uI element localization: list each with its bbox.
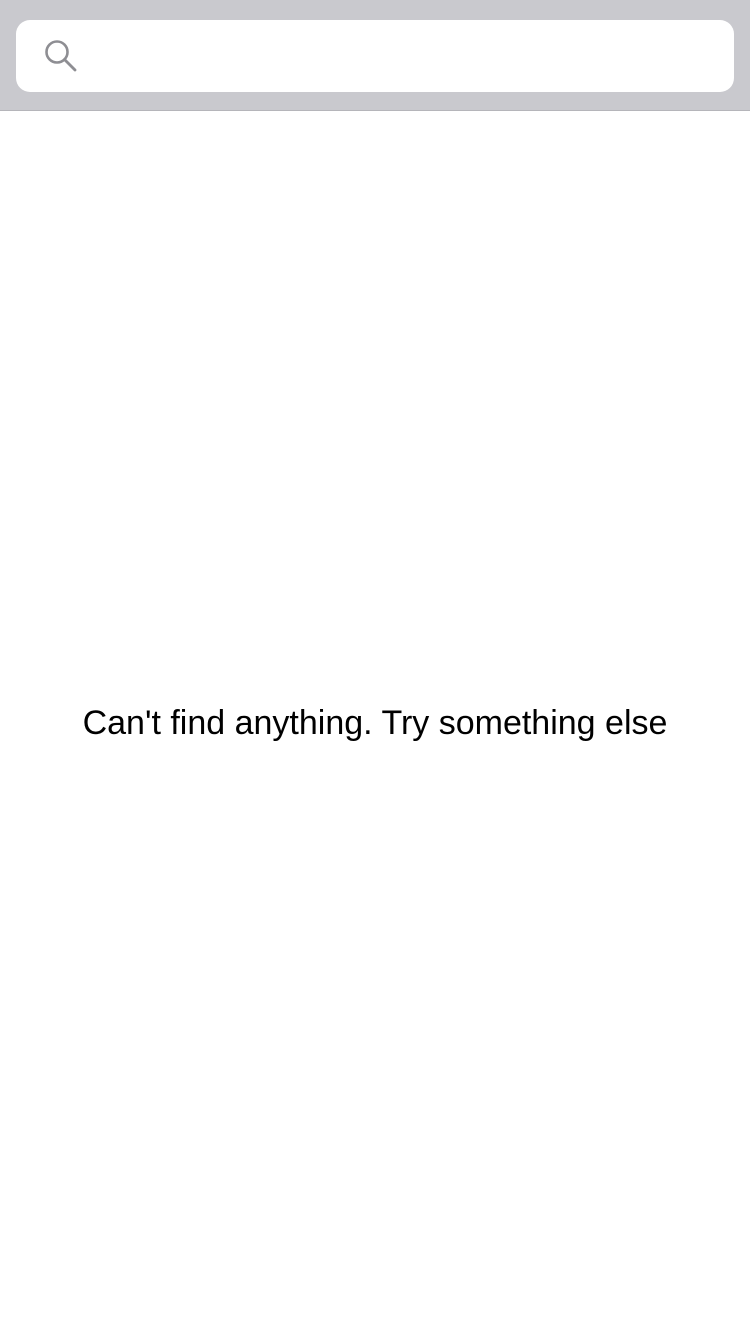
search-input[interactable] — [92, 30, 712, 82]
search-bar — [0, 0, 750, 111]
empty-state-message: Can't find anything. Try something else — [82, 704, 668, 742]
search-icon — [45, 40, 77, 72]
search-field[interactable] — [16, 20, 734, 92]
